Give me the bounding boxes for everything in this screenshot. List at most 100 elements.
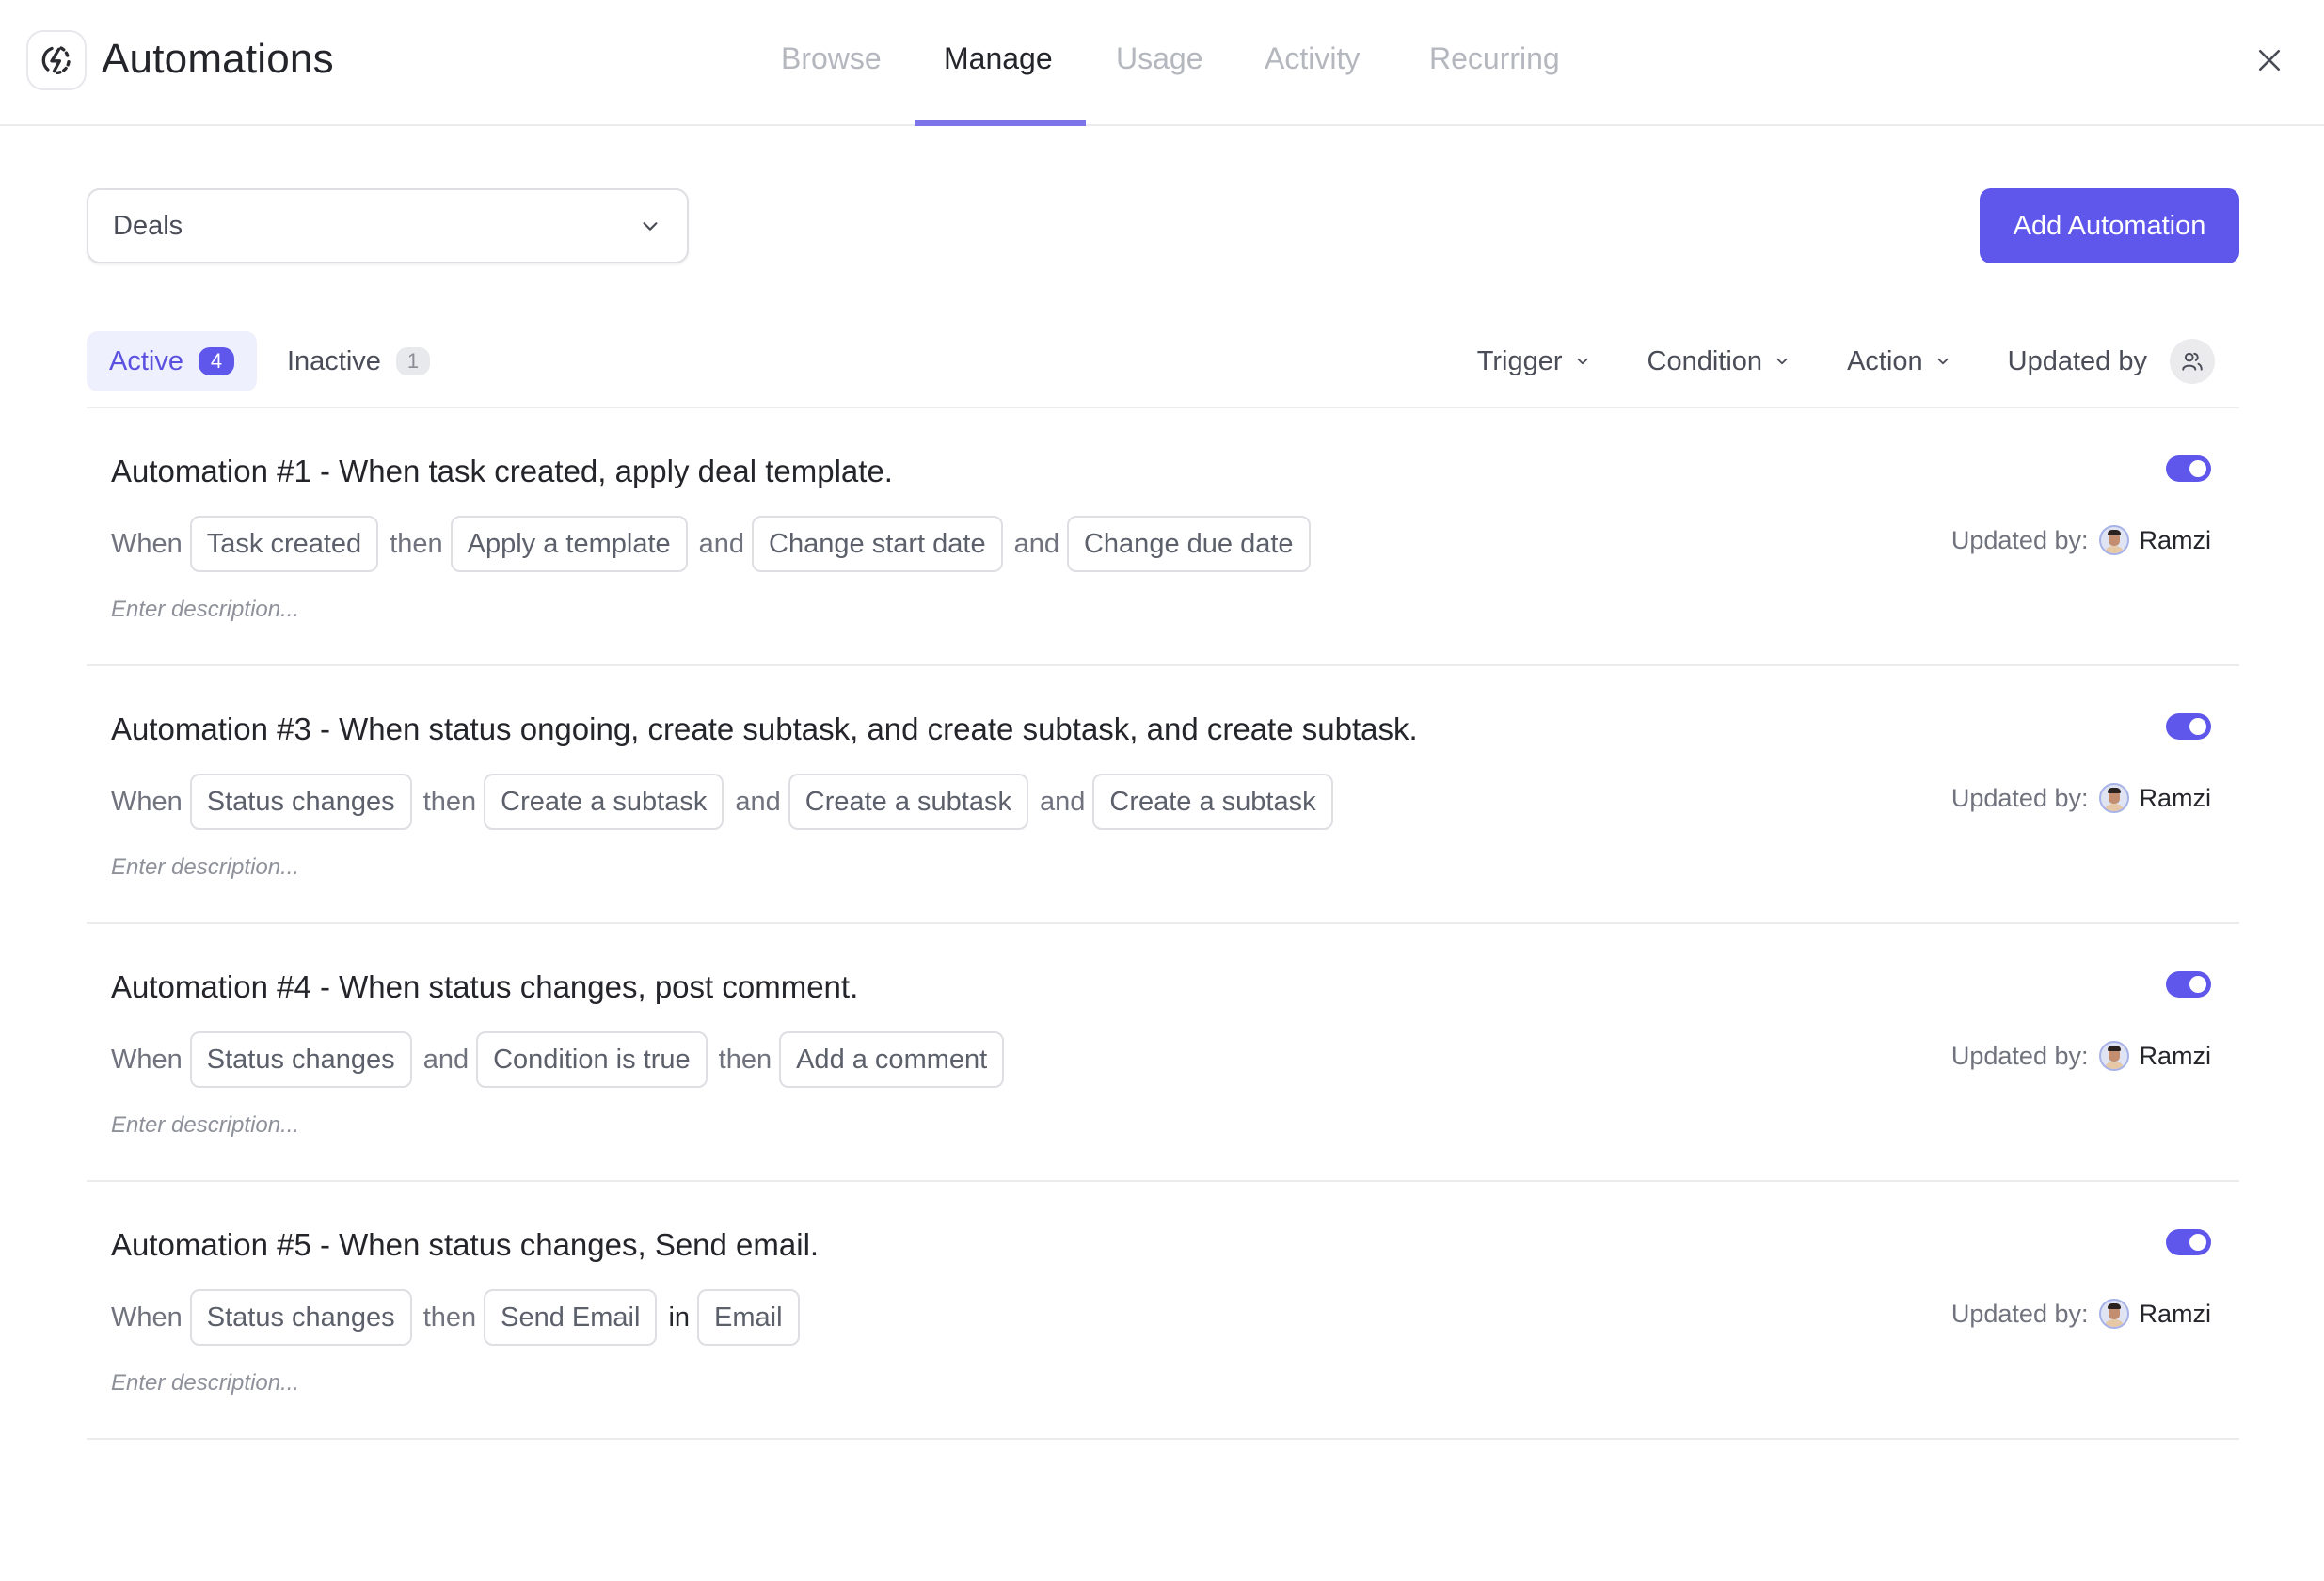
automation-title: Automation #3 - When status ongoing, cre…: [111, 711, 1418, 746]
action-chip[interactable]: Create a subtask: [1092, 774, 1333, 830]
chevron-down-icon: [643, 222, 658, 231]
description-input[interactable]: Enter description...: [111, 1112, 299, 1139]
action-chip[interactable]: Apply a template: [450, 516, 688, 572]
toggle-knob: [2189, 1234, 2206, 1251]
automation-title: Automation #1 - When task created, apply…: [111, 454, 893, 488]
connector-label: then: [422, 786, 477, 817]
tab-inactive-label: Inactive: [286, 345, 381, 376]
nav-tabs: Browse Manage Usage Activity Recurring: [0, 0, 2324, 126]
avatar: [2099, 1041, 2130, 1071]
action-chip[interactable]: Add a comment: [779, 1031, 1005, 1088]
filter-action[interactable]: Action: [1847, 346, 1951, 377]
when-label: When: [111, 1044, 183, 1075]
when-label: When: [111, 528, 183, 559]
when-label: When: [111, 786, 183, 817]
connector-label: then: [390, 528, 443, 559]
list-select-value: Deals: [113, 210, 183, 241]
tab-browse[interactable]: Browse: [781, 41, 882, 76]
connector-label: and: [1040, 786, 1086, 817]
toggle-knob: [2189, 976, 2206, 993]
updated-by-name: Ramzi: [2139, 525, 2211, 554]
action-chip[interactable]: Change due date: [1066, 516, 1311, 572]
tab-inactive[interactable]: Inactive 1: [264, 331, 453, 391]
filter-trigger[interactable]: Trigger: [1477, 346, 1591, 377]
connector-label: then: [422, 1302, 477, 1333]
filter-condition[interactable]: Condition: [1647, 346, 1791, 377]
action-chip[interactable]: Create a subtask: [788, 774, 1028, 830]
close-button[interactable]: [2251, 41, 2288, 79]
updated-by: Updated by: Ramzi: [1951, 1041, 2211, 1071]
connector-label: in: [668, 1302, 691, 1333]
automation-title: Automation #5 - When status changes, Sen…: [111, 1227, 820, 1262]
condition-chip[interactable]: Condition is true: [476, 1031, 708, 1088]
updated-by-name: Ramzi: [2139, 1299, 2211, 1328]
filter-condition-label: Condition: [1647, 345, 1763, 376]
updated-by-label: Updated by:: [1950, 1299, 2089, 1328]
connector-label: and: [735, 786, 781, 817]
tab-recurring[interactable]: Recurring: [1429, 41, 1560, 76]
description-input[interactable]: Enter description...: [111, 597, 299, 623]
automation-enabled-toggle[interactable]: [2166, 971, 2211, 998]
description-input[interactable]: Enter description...: [111, 854, 299, 881]
trigger-chip[interactable]: Status changes: [189, 774, 412, 830]
description-input[interactable]: Enter description...: [111, 1370, 299, 1397]
inactive-count-badge: 1: [395, 347, 430, 375]
automation-row: Automation #4 - When status changes, pos…: [87, 924, 2239, 1182]
automation-row: Automation #3 - When status ongoing, cre…: [87, 666, 2239, 924]
connector-label: and: [422, 1044, 470, 1075]
updated-by-people-button[interactable]: [2170, 339, 2215, 384]
trigger-chip[interactable]: Status changes: [189, 1289, 412, 1346]
updated-by-name: Ramzi: [2139, 1041, 2211, 1070]
close-icon: [2258, 49, 2281, 72]
when-label: When: [111, 1302, 183, 1333]
updated-by: Updated by: Ramzi: [1951, 1299, 2211, 1329]
add-automation-button[interactable]: Add Automation: [1980, 188, 2239, 264]
trigger-chip[interactable]: Status changes: [189, 1031, 412, 1088]
automation-rule: When Task created then Apply a template …: [109, 516, 1320, 572]
tab-active-label: Active: [109, 345, 183, 376]
channel-chip[interactable]: Email: [697, 1289, 800, 1346]
automation-row: Automation #5 - When status changes, Sen…: [87, 1182, 2239, 1440]
automation-rule: When Status changes then Send Email in E…: [109, 1289, 809, 1346]
tab-usage[interactable]: Usage: [1116, 41, 1203, 76]
updated-by-label: Updated by:: [1950, 783, 2089, 812]
connector-label: and: [1013, 528, 1059, 559]
connector-label: then: [718, 1044, 772, 1075]
chevron-down-icon: [1776, 358, 1788, 365]
updated-by: Updated by: Ramzi: [1951, 525, 2211, 555]
chevron-down-icon: [1937, 358, 1949, 365]
updated-by-name: Ramzi: [2139, 783, 2211, 812]
automation-title: Automation #4 - When status changes, pos…: [111, 969, 859, 1004]
updated-by-label: Updated by:: [1950, 1041, 2089, 1070]
active-tab-indicator: [915, 120, 1086, 126]
avatar: [2099, 525, 2130, 555]
trigger-chip[interactable]: Task created: [189, 516, 379, 572]
chevron-down-icon: [1577, 358, 1587, 365]
toggle-knob: [2189, 718, 2206, 735]
tab-active[interactable]: Active 4: [87, 331, 257, 391]
action-chip[interactable]: Send Email: [484, 1289, 658, 1346]
updated-by-label: Updated by:: [1950, 525, 2089, 554]
active-count-badge: 4: [198, 347, 234, 375]
avatar: [2099, 783, 2130, 813]
avatar: [2099, 1299, 2130, 1329]
filter-action-label: Action: [1847, 345, 1923, 376]
automation-enabled-toggle[interactable]: [2166, 713, 2211, 740]
tab-manage[interactable]: Manage: [944, 41, 1053, 76]
action-chip[interactable]: Change start date: [752, 516, 1003, 572]
automation-enabled-toggle[interactable]: [2166, 455, 2211, 482]
automation-rule: When Status changes and Condition is tru…: [109, 1031, 1013, 1088]
filter-updated-by[interactable]: Updated by: [2008, 339, 2215, 384]
filter-updated-by-label: Updated by: [2007, 345, 2147, 376]
list-select[interactable]: Deals: [87, 188, 689, 264]
filter-trigger-label: Trigger: [1476, 345, 1563, 376]
automation-rule: When Status changes then Create a subtas…: [109, 774, 1343, 830]
people-icon: [2182, 352, 2203, 371]
action-chip[interactable]: Create a subtask: [484, 774, 724, 830]
automation-row: Automation #1 - When task created, apply…: [87, 408, 2239, 666]
updated-by: Updated by: Ramzi: [1951, 783, 2211, 813]
automation-enabled-toggle[interactable]: [2166, 1229, 2211, 1255]
tab-activity[interactable]: Activity: [1265, 41, 1360, 76]
app-header: Automations Browse Manage Usage Activity…: [0, 0, 2324, 126]
filters-bar: Trigger Condition Action Updated by: [1421, 331, 2215, 391]
